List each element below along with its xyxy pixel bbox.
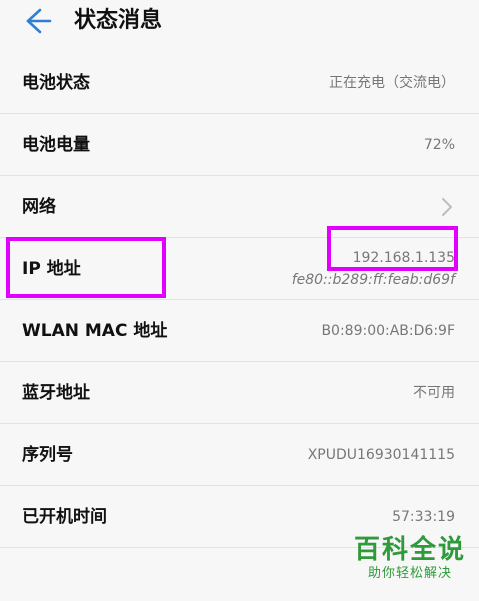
- row-value: 72%: [423, 137, 455, 153]
- row-value: 不可用: [413, 385, 455, 401]
- back-button[interactable]: [22, 6, 52, 36]
- row-network[interactable]: 网络: [0, 176, 479, 238]
- row-serial-number: 序列号 XPUDU16930141115: [0, 424, 479, 486]
- row-value: B0:89:00:AB:D6:9F: [321, 323, 455, 339]
- watermark-logo: 百科全说 助你轻松解决: [351, 535, 469, 591]
- row-ip-address: IP 地址 192.168.1.135 fe80::b289:ff:feab:d…: [0, 238, 479, 300]
- row-label: IP 地址: [22, 259, 81, 279]
- row-battery-status: 电池状态 正在充电（交流电）: [0, 52, 479, 114]
- page-title: 状态消息: [74, 8, 163, 33]
- row-label: WLAN MAC 地址: [22, 321, 168, 341]
- row-wlan-mac: WLAN MAC 地址 B0:89:00:AB:D6:9F: [0, 300, 479, 362]
- back-arrow-icon: [26, 8, 52, 34]
- status-list: 电池状态 正在充电（交流电） 电池电量 72% 网络 IP 地址 192.168…: [0, 52, 479, 548]
- chevron-right-icon: [442, 198, 452, 216]
- row-label: 网络: [22, 197, 56, 217]
- top-bar: 状态消息: [0, 0, 479, 44]
- row-bluetooth-address: 蓝牙地址 不可用: [0, 362, 479, 424]
- row-battery-level: 电池电量 72%: [0, 114, 479, 176]
- ipv6-value: fe80::b289:ff:feab:d69f: [291, 272, 455, 288]
- row-label: 蓝牙地址: [22, 383, 90, 403]
- ipv4-value: 192.168.1.135: [352, 250, 455, 266]
- row-label: 电池状态: [22, 73, 90, 93]
- row-label: 电池电量: [22, 135, 90, 155]
- row-value: XPUDU16930141115: [307, 447, 455, 463]
- row-label: 序列号: [22, 445, 73, 465]
- watermark-subtitle: 助你轻松解决: [367, 566, 452, 581]
- row-value: 正在充电（交流电）: [329, 75, 455, 91]
- row-label: 已开机时间: [22, 507, 107, 527]
- watermark-title: 百科全说: [353, 535, 466, 565]
